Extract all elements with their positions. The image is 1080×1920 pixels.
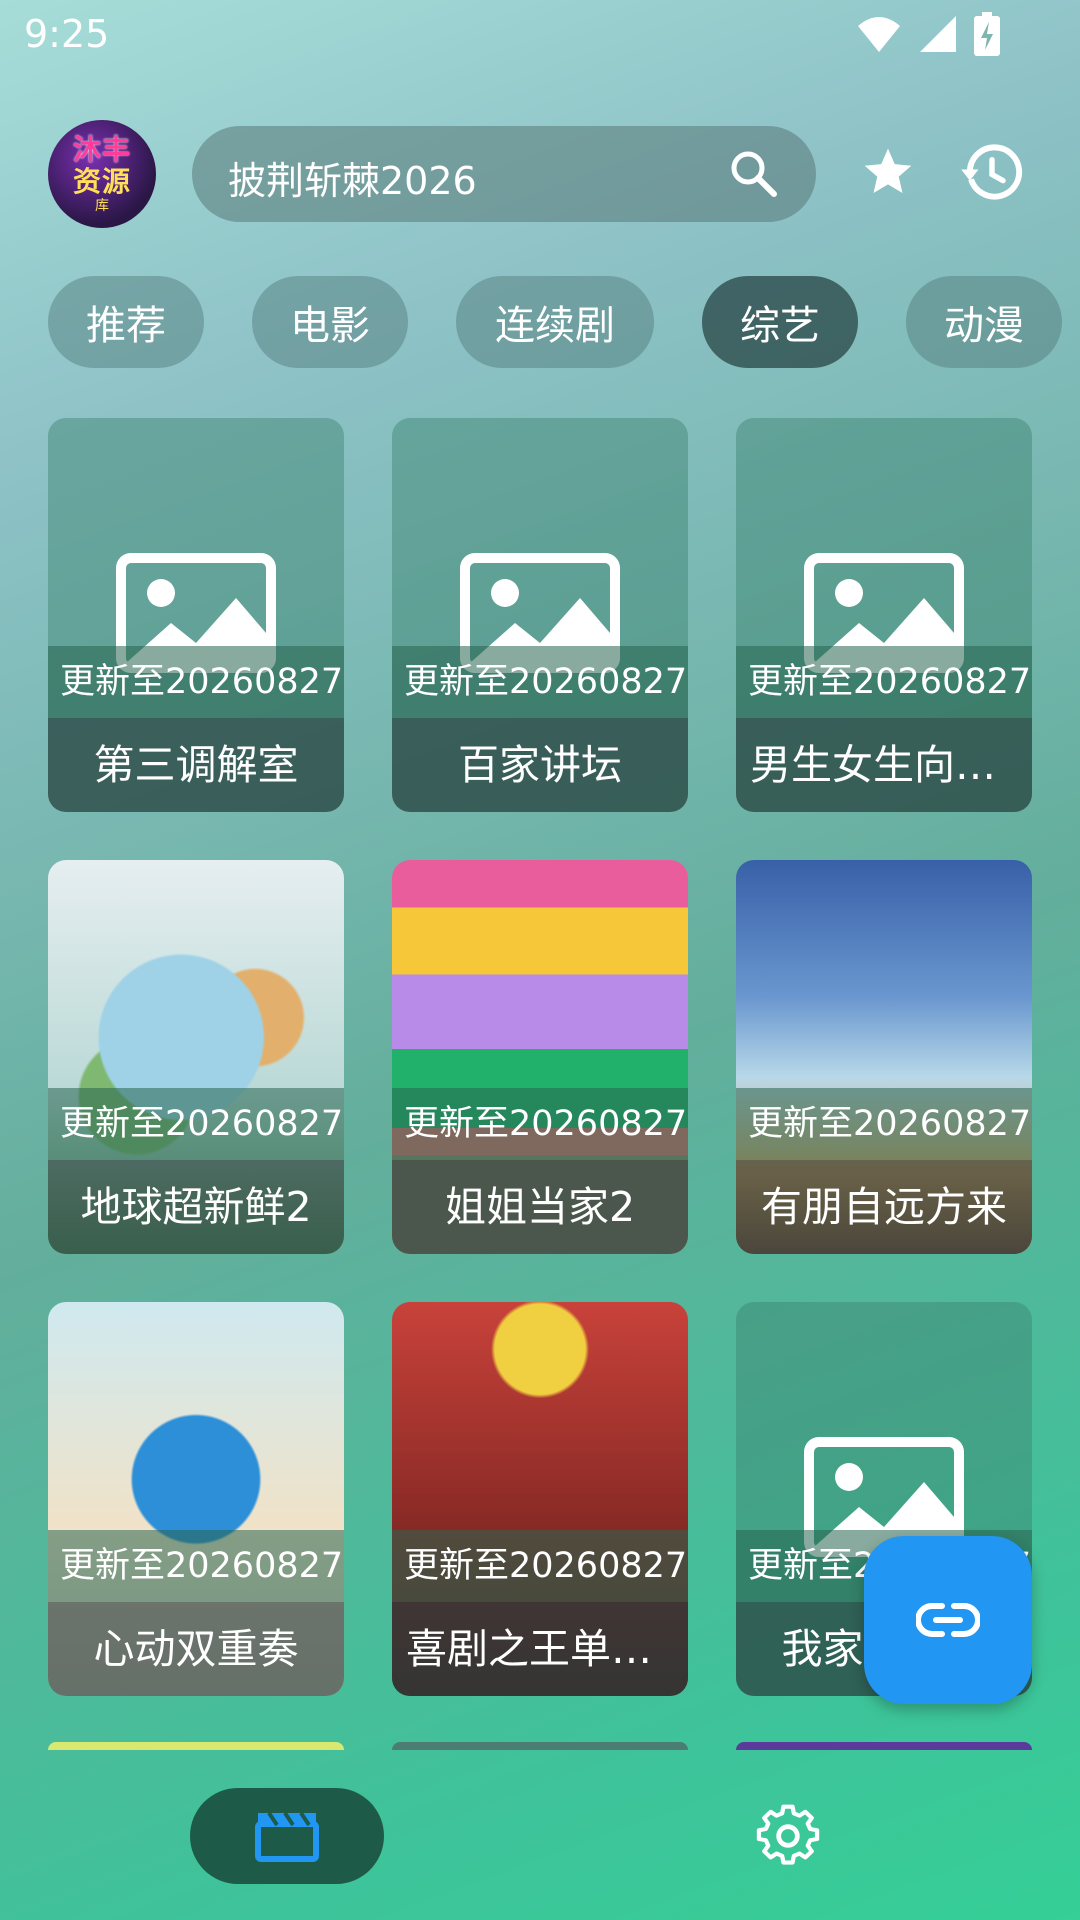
nav-home-button[interactable]	[190, 1788, 384, 1884]
card-update-text: 更新至20260827	[392, 646, 688, 718]
status-icons	[856, 12, 1000, 56]
content-card[interactable]: 更新至20260827 第三调解室	[48, 418, 344, 812]
search-bar[interactable]: 披荆斩棘2026	[192, 126, 816, 222]
clapperboard-icon	[255, 1811, 319, 1862]
tab-movies[interactable]: 电影	[252, 276, 408, 368]
content-card-partial[interactable]	[392, 1742, 688, 1750]
wifi-icon	[858, 17, 900, 52]
card-title: 姐姐当家2	[392, 1160, 688, 1254]
status-time: 9:25	[24, 12, 110, 56]
content-card[interactable]: 更新至20260827 男生女生向前冲	[736, 418, 1032, 812]
signal-icon	[920, 16, 956, 52]
content-card[interactable]: 更新至20260827 心动双重奏	[48, 1302, 344, 1696]
card-update-text: 更新至20260827	[736, 646, 1032, 718]
bottom-navigation	[0, 1752, 1080, 1920]
gear-icon[interactable]	[756, 1804, 820, 1868]
card-title: 百家讲坛	[392, 718, 688, 812]
content-card[interactable]: 更新至20260827 姐姐当家2	[392, 860, 688, 1254]
tab-anime[interactable]: 动漫	[906, 276, 1062, 368]
card-title: 第三调解室	[48, 718, 344, 812]
app-logo: 沐丰 资源 库	[48, 120, 156, 228]
logo-text-line2: 资源	[72, 165, 131, 198]
link-fab-button[interactable]	[864, 1536, 1032, 1704]
card-update-text: 更新至20260827	[48, 1530, 344, 1602]
content-card[interactable]: 更新至20260827 喜剧之王单口季	[392, 1302, 688, 1696]
content-card[interactable]: 更新至20260827 有朋自远方来	[736, 860, 1032, 1254]
card-update-text: 更新至20260827	[392, 1088, 688, 1160]
search-icon[interactable]	[728, 148, 778, 198]
search-input[interactable]: 披荆斩棘2026	[228, 150, 477, 205]
card-update-text: 更新至20260827	[48, 646, 344, 718]
card-title: 有朋自远方来	[736, 1160, 1032, 1254]
tab-series[interactable]: 连续剧	[456, 276, 654, 368]
history-icon[interactable]	[960, 142, 1024, 202]
content-card-partial[interactable]	[736, 1742, 1032, 1750]
card-title: 男生女生向前冲	[736, 718, 1032, 812]
battery-icon	[974, 12, 1000, 56]
card-title: 喜剧之王单口季	[392, 1602, 688, 1696]
card-title: 心动双重奏	[48, 1602, 344, 1696]
card-update-text: 更新至20260827	[736, 1088, 1032, 1160]
card-update-text: 更新至20260827	[392, 1530, 688, 1602]
link-icon	[916, 1603, 980, 1637]
tab-recommend[interactable]: 推荐	[48, 276, 204, 368]
content-card[interactable]: 更新至20260827 地球超新鲜2	[48, 860, 344, 1254]
content-card-partial[interactable]	[48, 1742, 344, 1750]
tab-variety[interactable]: 综艺	[702, 276, 858, 368]
logo-text-line1: 沐丰	[72, 133, 131, 166]
card-update-text: 更新至20260827	[48, 1088, 344, 1160]
card-title: 地球超新鲜2	[48, 1160, 344, 1254]
content-card[interactable]: 更新至20260827 百家讲坛	[392, 418, 688, 812]
status-bar: 9:25	[0, 0, 1080, 70]
logo-text-line3: 库	[95, 198, 109, 214]
star-icon[interactable]	[860, 144, 916, 200]
